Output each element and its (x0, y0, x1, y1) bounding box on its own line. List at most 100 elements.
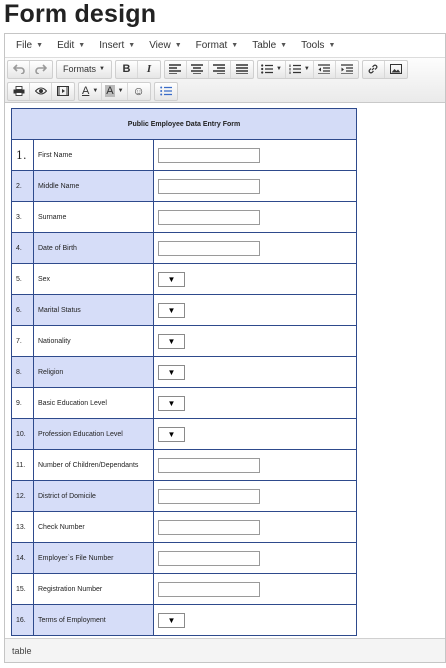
row-number: 3. (11, 201, 34, 233)
bullet-list-button[interactable]: ▼ (258, 60, 286, 78)
profession-education-select[interactable]: ▼ (158, 426, 185, 442)
field-cell (153, 139, 357, 171)
image-icon (389, 64, 402, 74)
employer-file-number-input[interactable] (158, 550, 260, 566)
align-left-icon (169, 64, 182, 74)
rich-text-editor: File ▼ Edit ▼ Insert ▼ View ▼ Format ▼ Table ▼… (4, 33, 446, 663)
field-label: Marital Status (33, 294, 154, 326)
menu-format[interactable]: Format ▼ (189, 36, 246, 56)
menu-file[interactable]: File ▼ (9, 36, 50, 56)
align-center-button[interactable] (187, 60, 209, 78)
religion-select[interactable]: ▼ (158, 364, 185, 380)
undo-button[interactable] (8, 60, 30, 78)
align-justify-icon (235, 64, 248, 74)
chevron-down-icon: ▼ (36, 42, 44, 49)
redo-button[interactable] (30, 61, 52, 78)
table-row: 7. Nationality ▼ (11, 325, 357, 357)
basic-education-select[interactable]: ▼ (158, 395, 185, 411)
outdent-button[interactable] (314, 60, 336, 78)
nationality-select[interactable]: ▼ (158, 333, 185, 349)
row-number: 5. (11, 263, 34, 295)
table-row: 2. Middle Name (11, 170, 357, 202)
menu-insert-label: Insert (99, 40, 125, 51)
italic-button[interactable]: I (138, 61, 160, 78)
district-of-domicile-input[interactable] (158, 488, 260, 504)
terms-of-employment-select[interactable]: ▼ (158, 612, 185, 628)
field-cell: ▼ (153, 325, 357, 357)
menu-table-label: Table (252, 40, 277, 51)
toolbar-row-2: A ▼ A ▼ ☺ (5, 80, 445, 102)
align-group (163, 59, 254, 79)
menu-view[interactable]: View ▼ (142, 36, 188, 56)
row-number: 14. (11, 542, 34, 574)
field-label: Middle Name (33, 170, 154, 202)
row-number: 13. (11, 511, 34, 543)
print-button[interactable] (8, 82, 30, 100)
chevron-down-icon: ▼ (78, 42, 86, 49)
menu-edit[interactable]: Edit ▼ (50, 36, 92, 56)
registration-number-input[interactable] (158, 581, 260, 597)
undo-icon (12, 64, 25, 74)
outdent-icon (318, 64, 331, 74)
row-number: 16. (11, 604, 34, 636)
field-label: Terms of Employment (33, 604, 154, 636)
numbered-list-button[interactable]: ▼ (286, 60, 314, 78)
emoticons-button[interactable]: ☺ (128, 83, 150, 100)
field-cell (153, 511, 357, 543)
date-of-birth-input[interactable] (158, 240, 260, 256)
table-row: 1. First Name (11, 139, 357, 171)
align-right-button[interactable] (209, 60, 231, 78)
chevron-down-icon: ▼ (167, 305, 176, 315)
insert-group (361, 59, 408, 79)
chevron-down-icon: ▼ (231, 42, 239, 49)
field-cell (153, 542, 357, 574)
text-color-button[interactable]: A ▼ (79, 82, 103, 100)
field-cell (153, 573, 357, 605)
row-number: 9. (11, 387, 34, 419)
background-color-button[interactable]: A ▼ (102, 82, 128, 100)
menu-table[interactable]: Table ▼ (245, 36, 294, 56)
element-path[interactable]: table (12, 646, 32, 656)
align-center-icon (191, 64, 204, 74)
table-row: 11. Number of Children/Dependants (11, 449, 357, 481)
style-group: B I (114, 59, 161, 79)
indent-button[interactable] (336, 61, 358, 78)
list-style-icon (159, 86, 172, 96)
first-name-input[interactable] (158, 147, 260, 163)
chevron-down-icon: ▼ (275, 66, 282, 72)
media-button[interactable] (52, 83, 74, 100)
field-cell (153, 201, 357, 233)
list-group: ▼ ▼ (256, 59, 359, 79)
menu-tools[interactable]: Tools ▼ (294, 36, 342, 56)
tools-group (7, 81, 75, 101)
field-cell: ▼ (153, 604, 357, 636)
background-color-icon: A (105, 85, 115, 97)
field-label: Sex (33, 263, 154, 295)
editor-content[interactable]: Public Employee Data Entry Form 1. First… (5, 104, 445, 640)
surname-input[interactable] (158, 209, 260, 225)
middle-name-input[interactable] (158, 178, 260, 194)
chevron-down-icon: ▼ (117, 88, 124, 94)
marital-status-select[interactable]: ▼ (158, 302, 185, 318)
form-heading: Public Employee Data Entry Form (11, 108, 357, 140)
align-justify-button[interactable] (231, 61, 253, 78)
bold-button[interactable]: B (116, 60, 138, 78)
employee-form-table: Public Employee Data Entry Form 1. First… (11, 108, 357, 636)
chevron-down-icon: ▼ (167, 398, 176, 408)
preview-icon (34, 87, 47, 95)
check-number-input[interactable] (158, 519, 260, 535)
align-left-button[interactable] (165, 60, 187, 78)
children-dependants-input[interactable] (158, 457, 260, 473)
table-row: 10. Profession Education Level ▼ (11, 418, 357, 450)
preview-button[interactable] (30, 82, 52, 100)
table-row: 16. Terms of Employment ▼ (11, 604, 357, 636)
list-style-button[interactable] (155, 83, 177, 100)
image-button[interactable] (385, 61, 407, 78)
chevron-down-icon: ▼ (167, 429, 176, 439)
table-row: 9. Basic Education Level ▼ (11, 387, 357, 419)
formats-group: Formats ▼ (56, 59, 112, 79)
formats-dropdown[interactable]: Formats ▼ (57, 61, 111, 78)
sex-select[interactable]: ▼ (158, 271, 185, 287)
link-button[interactable] (363, 60, 385, 78)
menu-insert[interactable]: Insert ▼ (92, 36, 142, 56)
